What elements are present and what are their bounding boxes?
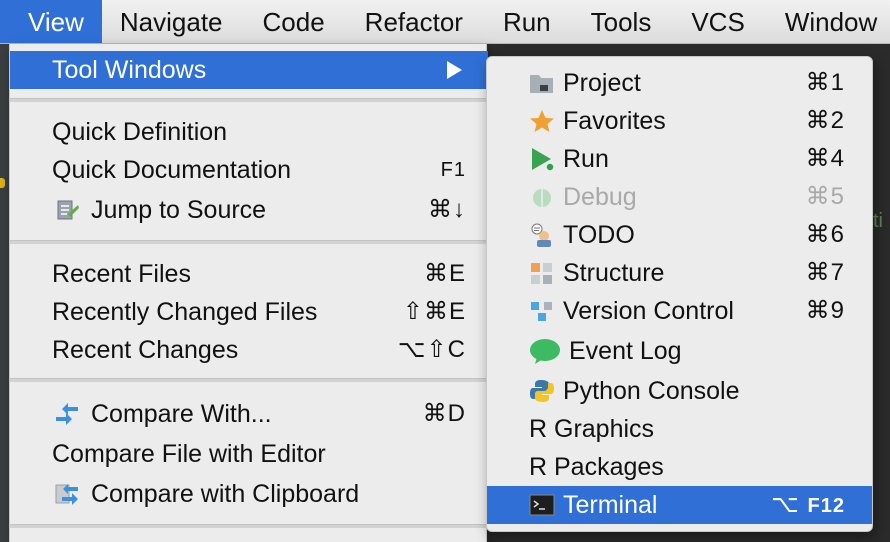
submenu-item-project[interactable]: Project ⌘1 [487,64,872,102]
submenu-arrow-icon [447,61,462,79]
submenu-item-version-control[interactable]: Version Control ⌘9 [487,292,872,330]
submenu-item-structure[interactable]: Structure ⌘7 [487,254,872,292]
submenu-item-label: R Packages [529,453,664,481]
shortcut: ⇧⌘E [402,298,466,325]
shortcut: F1 [440,159,466,181]
menu-separator [10,98,486,102]
gutter-marker [0,178,5,188]
menu-item-label: Compare File with Editor [52,440,326,468]
menu-view[interactable]: View [0,0,102,43]
shortcut: ⌘4 [805,145,845,172]
folder-icon [530,75,553,93]
bug-icon [533,189,551,207]
menu-separator [10,524,486,528]
submenu-item-label: R Graphics [529,415,655,443]
menu-item-label: Quick Documentation [52,156,292,184]
menu-vcs[interactable]: VCS [673,0,766,43]
menu-navigate[interactable]: Navigate [102,0,245,43]
menu-item-compare-with-clipboard[interactable]: Compare with Clipboard [10,475,488,513]
shortcut: ⌘E [423,260,466,287]
menu-run[interactable]: Run [485,0,573,43]
menu-item-label: Quick Definition [52,118,228,146]
run-icon [532,148,555,171]
menu-item-label: Compare With... [91,400,272,428]
submenu-item-event-log[interactable]: Event Log [487,332,872,370]
view-menu: Tool Windows Quick Definition Quick Docu… [9,44,488,542]
shortcut: ⌘6 [805,221,845,248]
submenu-item-label: Run [563,145,609,173]
menu-item-label: Jump to Source [91,196,267,224]
todo-icon [531,223,551,247]
shortcut: ⌘9 [805,297,845,324]
event-log-icon [530,339,560,364]
jump-to-source-icon [57,200,79,220]
menu-item-jump-to-source[interactable]: Jump to Source ⌘↓ [10,191,488,229]
shortcut: ⌘1 [805,69,845,96]
menu-item-quick-definition[interactable]: Quick Definition [10,113,488,151]
version-control-icon [531,302,552,321]
menu-item-recent-files[interactable]: Recent Files ⌘E [10,255,488,293]
submenu-item-label: Debug [563,183,637,211]
star-icon [530,110,554,132]
menu-item-label: Compare with Clipboard [91,480,360,508]
menu-window[interactable]: Window [767,0,890,43]
shortcut: ⌥ F12 [771,486,845,525]
menu-bar: View Navigate Code Refactor Run Tools VC… [0,0,890,44]
menu-item-label: Recently Changed Files [52,298,318,326]
submenu-item-python-console[interactable]: Python Console [487,372,872,410]
submenu-item-r-packages[interactable]: R Packages [487,448,872,486]
shortcut-key: F12 [807,495,845,517]
python-icon [530,380,554,402]
compare-arrows-icon [56,403,78,425]
submenu-item-favorites[interactable]: Favorites ⌘2 [487,102,872,140]
menu-item-label: Recent Changes [52,336,239,364]
menu-separator [10,378,486,382]
submenu-item-label: Project [563,69,641,97]
shortcut-modifier: ⌥ [771,491,800,518]
clipboard-compare-icon [55,484,78,505]
shortcut: ⌘D [422,400,466,427]
menu-item-compare-with[interactable]: Compare With... ⌘D [10,395,488,433]
menu-code[interactable]: Code [245,0,347,43]
submenu-item-label: Favorites [563,107,666,135]
structure-icon [531,263,552,284]
tool-windows-submenu: Project ⌘1 Favorites ⌘2 Run ⌘4 Debug ⌘5 [486,56,873,532]
submenu-item-debug[interactable]: Debug ⌘5 [487,178,872,216]
submenu-item-terminal[interactable]: Terminal ⌥ F12 [487,486,872,524]
menu-item-recently-changed-files[interactable]: Recently Changed Files ⇧⌘E [10,293,488,331]
shortcut: ⌘↓ [428,196,466,223]
shortcut: ⌥⇧C [397,336,466,363]
menu-tools[interactable]: Tools [573,0,674,43]
shortcut: ⌘5 [805,183,845,210]
submenu-item-run[interactable]: Run ⌘4 [487,140,872,178]
menu-item-label: Tool Windows [52,56,207,84]
terminal-icon [529,494,555,516]
menu-item-quick-documentation[interactable]: Quick Documentation F1 [10,151,488,189]
submenu-item-label: Event Log [569,337,682,365]
submenu-item-label: Terminal [563,491,658,519]
editor-text-fragment: ti [873,210,883,232]
menu-refactor[interactable]: Refactor [347,0,485,43]
submenu-item-label: Version Control [563,297,734,325]
menu-separator [10,240,486,244]
menu-item-compare-file-with-editor[interactable]: Compare File with Editor [10,435,488,473]
submenu-item-label: TODO [563,221,635,249]
submenu-item-label: Python Console [563,377,740,405]
menu-item-label: Recent Files [52,260,191,288]
submenu-item-label: Structure [563,259,665,287]
menu-item-tool-windows[interactable]: Tool Windows [10,51,488,89]
submenu-item-r-graphics[interactable]: R Graphics [487,410,872,448]
shortcut: ⌘7 [805,259,845,286]
submenu-item-todo[interactable]: TODO ⌘6 [487,216,872,254]
menu-item-recent-changes[interactable]: Recent Changes ⌥⇧C [10,331,488,369]
shortcut: ⌘2 [805,107,845,134]
